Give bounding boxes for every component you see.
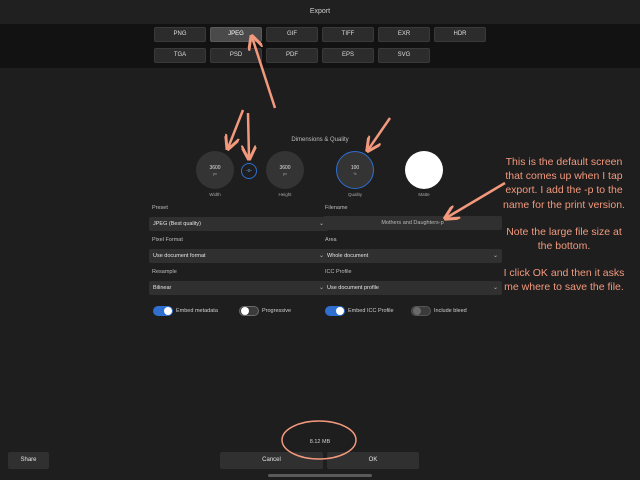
embed-metadata-toggle[interactable]	[153, 306, 173, 316]
format-svg-button[interactable]: SVG	[378, 48, 430, 63]
format-pdf-button[interactable]: PDF	[266, 48, 318, 63]
area-label: Area	[325, 237, 337, 243]
pixel-format-label: Pixel Format	[152, 237, 183, 243]
embed-icc-label: Embed ICC Profile	[348, 308, 394, 314]
format-tiff-button[interactable]: TIFF	[322, 27, 374, 42]
quality-label: Quality	[347, 192, 362, 197]
annotation-text: This is the default screen that comes up…	[500, 155, 628, 294]
resample-select[interactable]: Bilinear ⌄	[149, 281, 328, 295]
width-unit: px	[213, 171, 217, 176]
height-value: 3600	[279, 164, 291, 171]
chevron-down-icon: ⌄	[492, 285, 498, 291]
icc-profile-label: ICC Profile	[325, 269, 352, 275]
preset-value: JPEG (Best quality)	[153, 221, 201, 227]
width-label: Width	[209, 192, 221, 197]
height-unit: px	[283, 171, 287, 176]
filename-label: Filename	[325, 205, 348, 211]
preset-label: Preset	[152, 205, 168, 211]
format-bar: PNG JPEG GIF TIFF EXR HDR TGA PSD PDF EP…	[0, 24, 640, 68]
embed-icc-toggle[interactable]	[325, 306, 345, 316]
format-eps-button[interactable]: EPS	[322, 48, 374, 63]
include-bleed-label: Include bleed	[434, 308, 467, 314]
quality-value: 100	[350, 164, 360, 171]
window-title: Export	[0, 0, 640, 24]
embed-metadata-label: Embed metadata	[176, 308, 218, 314]
arrow-to-link	[248, 112, 249, 158]
format-hdr-button[interactable]: HDR	[434, 27, 486, 42]
width-dial[interactable]: 3600 px	[196, 151, 234, 189]
icc-profile-select[interactable]: Use document profile ⌄	[323, 281, 502, 295]
pixel-format-select[interactable]: Use document format ⌄	[149, 249, 328, 263]
height-label: Height	[278, 192, 292, 197]
ok-button[interactable]: OK	[327, 452, 419, 469]
file-size: 8.12 MB	[309, 439, 331, 445]
format-png-button[interactable]: PNG	[154, 27, 206, 42]
annotation-paragraph-2: Note the large file size at the bottom.	[506, 225, 622, 252]
format-jpeg-button[interactable]: JPEG	[210, 27, 262, 42]
filename-field[interactable]: Mothers and Daughters-p	[323, 216, 502, 230]
include-bleed-toggle[interactable]	[411, 306, 431, 316]
format-tga-button[interactable]: TGA	[154, 48, 206, 63]
home-indicator	[268, 474, 372, 477]
share-button[interactable]: Share	[8, 452, 49, 469]
format-gif-button[interactable]: GIF	[266, 27, 318, 42]
format-exr-button[interactable]: EXR	[378, 27, 430, 42]
chevron-down-icon: ⌄	[492, 253, 498, 259]
resample-value: Bilinear	[153, 285, 172, 291]
quality-dial[interactable]: 100 %	[336, 151, 374, 189]
preset-select[interactable]: JPEG (Best quality) ⌄	[149, 217, 328, 231]
resample-label: Resample	[152, 269, 177, 275]
quality-unit: %	[353, 171, 357, 176]
section-title: Dimensions & Quality	[291, 137, 349, 143]
icc-profile-value: Use document profile	[327, 285, 379, 291]
cancel-button[interactable]: Cancel	[220, 452, 323, 469]
height-dial[interactable]: 3600 px	[266, 151, 304, 189]
progressive-toggle[interactable]	[239, 306, 259, 316]
matte-label: Matte	[418, 192, 430, 197]
area-value: Whole document	[327, 253, 369, 259]
arrow-to-quality	[368, 117, 392, 150]
width-value: 3600	[209, 164, 221, 171]
area-select[interactable]: Whole document ⌄	[323, 249, 502, 263]
matte-swatch[interactable]	[405, 151, 443, 189]
progressive-label: Progressive	[262, 308, 292, 314]
link-icon[interactable]: -o-	[241, 163, 257, 179]
annotation-paragraph-3: I click OK and then it asks me where to …	[503, 267, 625, 294]
arrow-to-filename	[446, 181, 506, 218]
format-psd-button[interactable]: PSD	[210, 48, 262, 63]
pixel-format-value: Use document format	[153, 253, 206, 259]
annotation-paragraph-1: This is the default screen that comes up…	[503, 156, 625, 211]
